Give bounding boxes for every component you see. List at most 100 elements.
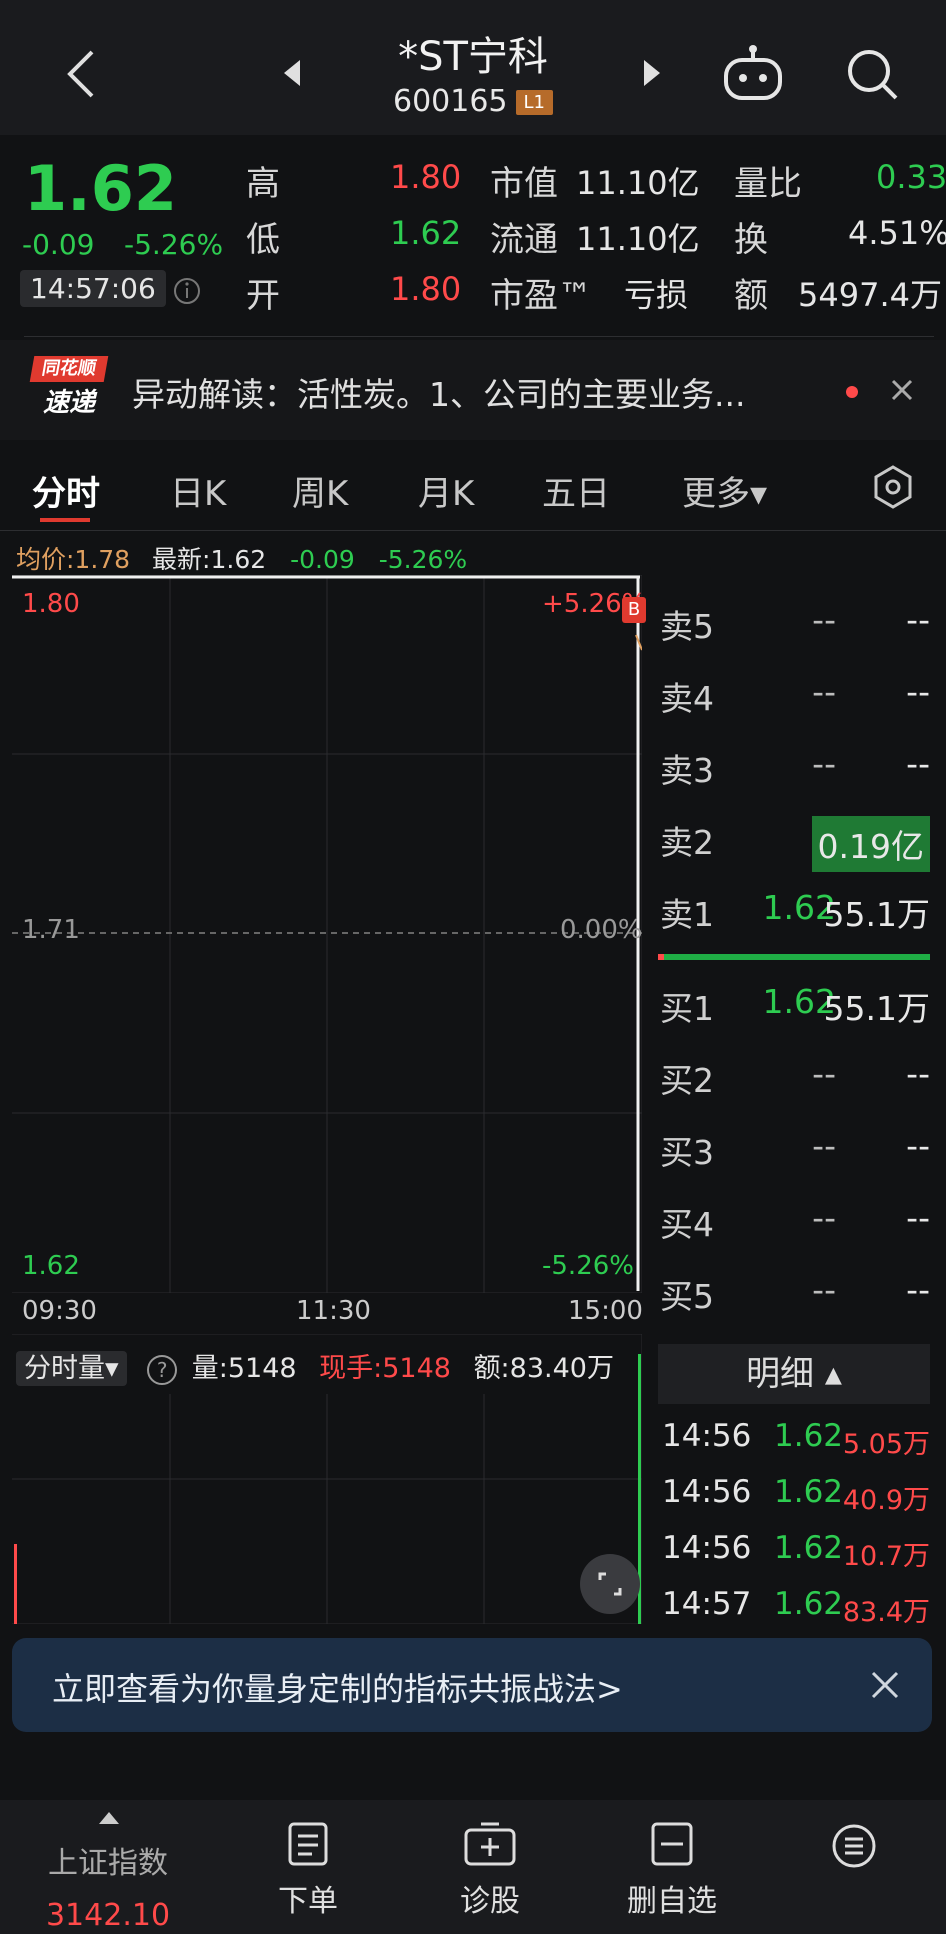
detail-price: 1.62 bbox=[774, 1418, 844, 1454]
promo-banner[interactable]: 立即查看为你量身定制的指标共振战法> bbox=[12, 1638, 932, 1732]
close-banner-icon[interactable] bbox=[870, 1670, 900, 1704]
ask-volume: 55.1万 bbox=[823, 895, 930, 934]
bid-price: -- bbox=[812, 1270, 836, 1309]
bid-price: -- bbox=[812, 1198, 836, 1237]
tab-weekly-k[interactable]: 周K bbox=[292, 466, 348, 515]
bid-price: -- bbox=[812, 1054, 836, 1093]
ask-label: 卖4 bbox=[660, 679, 714, 718]
bid-row-2[interactable]: 买2 -- -- bbox=[660, 1054, 930, 1114]
ask-price: -- bbox=[812, 600, 836, 639]
bid-row-1[interactable]: 买1 1.62 55.1万 bbox=[660, 982, 930, 1042]
quote-time: 14:57:06 bbox=[20, 270, 166, 307]
news-ticker[interactable]: 同花顺 速递 异动解读：活性炭。1、公司的主要业务... bbox=[0, 340, 946, 440]
detail-row: 14:56 1.62 40.9万 bbox=[662, 1474, 930, 1530]
diagnose-button[interactable]: 诊股 bbox=[410, 1820, 570, 1920]
high-value: 1.80 bbox=[390, 158, 462, 196]
ask-row-3[interactable]: 卖3 -- -- bbox=[660, 744, 930, 804]
remove-favorite-label: 删自选 bbox=[627, 1884, 717, 1919]
amount-label: 额 bbox=[734, 276, 768, 316]
diagnose-icon bbox=[464, 1822, 516, 1866]
bid-label: 买1 bbox=[660, 989, 714, 1028]
ask-row-4[interactable]: 卖4 -- -- bbox=[660, 672, 930, 732]
x-end-label: 15:00 bbox=[568, 1296, 643, 1326]
bid-volume: -- bbox=[906, 1126, 930, 1165]
bid-label: 买5 bbox=[660, 1277, 714, 1316]
bid-row-3[interactable]: 买3 -- -- bbox=[660, 1126, 930, 1186]
settings-icon[interactable] bbox=[870, 464, 916, 514]
bottom-bar: 上证指数 3142.10 下单 诊股 删自选 bbox=[0, 1800, 946, 1934]
ask-volume: 0.19亿 bbox=[811, 816, 930, 872]
stock-code-text: 600165 bbox=[392, 84, 508, 119]
promo-text: 立即查看为你量身定制的指标共振战法> bbox=[52, 1670, 623, 1708]
detail-volume: 5.05万 bbox=[842, 1429, 930, 1460]
chart-info: 均价:1.78 最新:1.62 -0.09 -5.26% bbox=[16, 540, 467, 576]
news-logo-top: 同花顺 bbox=[29, 356, 109, 382]
chart-change: -0.09 bbox=[290, 545, 355, 574]
tab-daily-k[interactable]: 日K bbox=[170, 466, 226, 515]
robot-icon[interactable] bbox=[722, 44, 784, 106]
search-icon[interactable] bbox=[844, 46, 900, 106]
bid-volume: 55.1万 bbox=[823, 989, 930, 1028]
open-label: 开 bbox=[246, 276, 280, 316]
info-icon[interactable] bbox=[172, 276, 202, 310]
details-header[interactable]: 明细 ▴ bbox=[658, 1344, 930, 1404]
tab-intraday[interactable]: 分时 bbox=[32, 466, 100, 515]
buy-marker[interactable]: B bbox=[622, 597, 646, 623]
news-logo-bottom: 速递 bbox=[42, 388, 95, 418]
unread-dot-icon bbox=[846, 386, 858, 398]
ask-label: 卖1 bbox=[660, 895, 714, 934]
ask-volume: -- bbox=[906, 672, 930, 711]
high-label: 高 bbox=[246, 164, 280, 204]
turnover-value: 4.51% bbox=[848, 214, 946, 252]
volume-chart[interactable] bbox=[12, 1334, 642, 1624]
bid-row-4[interactable]: 买4 -- -- bbox=[660, 1198, 930, 1258]
menu-icon[interactable] bbox=[830, 1822, 878, 1874]
book-ratio-red bbox=[658, 954, 664, 960]
expand-up-icon[interactable] bbox=[98, 1810, 120, 1829]
avg-price: 均价:1.78 bbox=[16, 545, 131, 574]
tab-more[interactable]: 更多▾ bbox=[682, 466, 767, 515]
ask-row-1[interactable]: 卖1 1.62 55.1万 bbox=[660, 888, 930, 948]
ask-price: -- bbox=[812, 672, 836, 711]
intraday-chart[interactable]: 1.80 1.71 1.62 +5.26% 0.00% -5.26% B bbox=[12, 575, 646, 1293]
low-value: 1.62 bbox=[390, 214, 462, 252]
open-value: 1.80 bbox=[390, 270, 462, 308]
stock-title: *ST宁科 bbox=[398, 34, 548, 80]
book-ratio-bar bbox=[658, 954, 930, 960]
pe-value: 亏损 bbox=[624, 276, 689, 314]
order-button[interactable]: 下单 bbox=[228, 1820, 388, 1920]
fullscreen-icon[interactable] bbox=[580, 1554, 640, 1614]
detail-volume: 83.4万 bbox=[842, 1597, 930, 1628]
bid-label: 买2 bbox=[660, 1061, 714, 1100]
ask-volume: -- bbox=[906, 600, 930, 639]
price-change: -0.09 bbox=[22, 228, 95, 261]
detail-row: 14:56 1.62 10.7万 bbox=[662, 1530, 930, 1586]
detail-price: 1.62 bbox=[774, 1474, 844, 1510]
ask-row-5[interactable]: 卖5 -- -- bbox=[660, 600, 930, 660]
index-name: 上证指数 bbox=[48, 1846, 168, 1881]
index-ticker[interactable]: 上证指数 3142.10 bbox=[28, 1838, 188, 1933]
tab-active-indicator bbox=[40, 518, 90, 522]
y-top-label: 1.80 bbox=[22, 589, 80, 619]
detail-row: 14:57 1.62 83.4万 bbox=[662, 1586, 930, 1642]
x-start-label: 09:30 bbox=[22, 1296, 97, 1326]
ask-label: 卖5 bbox=[660, 607, 714, 646]
close-news-icon[interactable] bbox=[890, 378, 914, 406]
news-logo: 同花顺 速递 bbox=[29, 356, 109, 422]
bid-row-5[interactable]: 买5 -- -- bbox=[660, 1270, 930, 1330]
detail-volume: 40.9万 bbox=[842, 1485, 930, 1516]
volume-ratio-value: 0.33 bbox=[876, 158, 946, 196]
remove-favorite-button[interactable]: 删自选 bbox=[592, 1820, 752, 1920]
turnover-label: 换 bbox=[734, 220, 768, 260]
level-badge: L1 bbox=[515, 90, 553, 115]
chart-change-pct: -5.26% bbox=[378, 545, 468, 574]
y-mid-label: 1.71 bbox=[22, 915, 80, 945]
ask-row-2[interactable]: 卖2 -- 0.19亿 bbox=[660, 816, 930, 876]
divider bbox=[24, 336, 934, 337]
pct-bottom-label: -5.26% bbox=[542, 1251, 634, 1281]
detail-time: 14:57 bbox=[662, 1586, 752, 1622]
ask-volume: -- bbox=[906, 744, 930, 783]
tab-five-day[interactable]: 五日 bbox=[542, 466, 610, 515]
detail-row: 14:56 1.62 5.05万 bbox=[662, 1418, 930, 1474]
tab-monthly-k[interactable]: 月K bbox=[418, 466, 474, 515]
